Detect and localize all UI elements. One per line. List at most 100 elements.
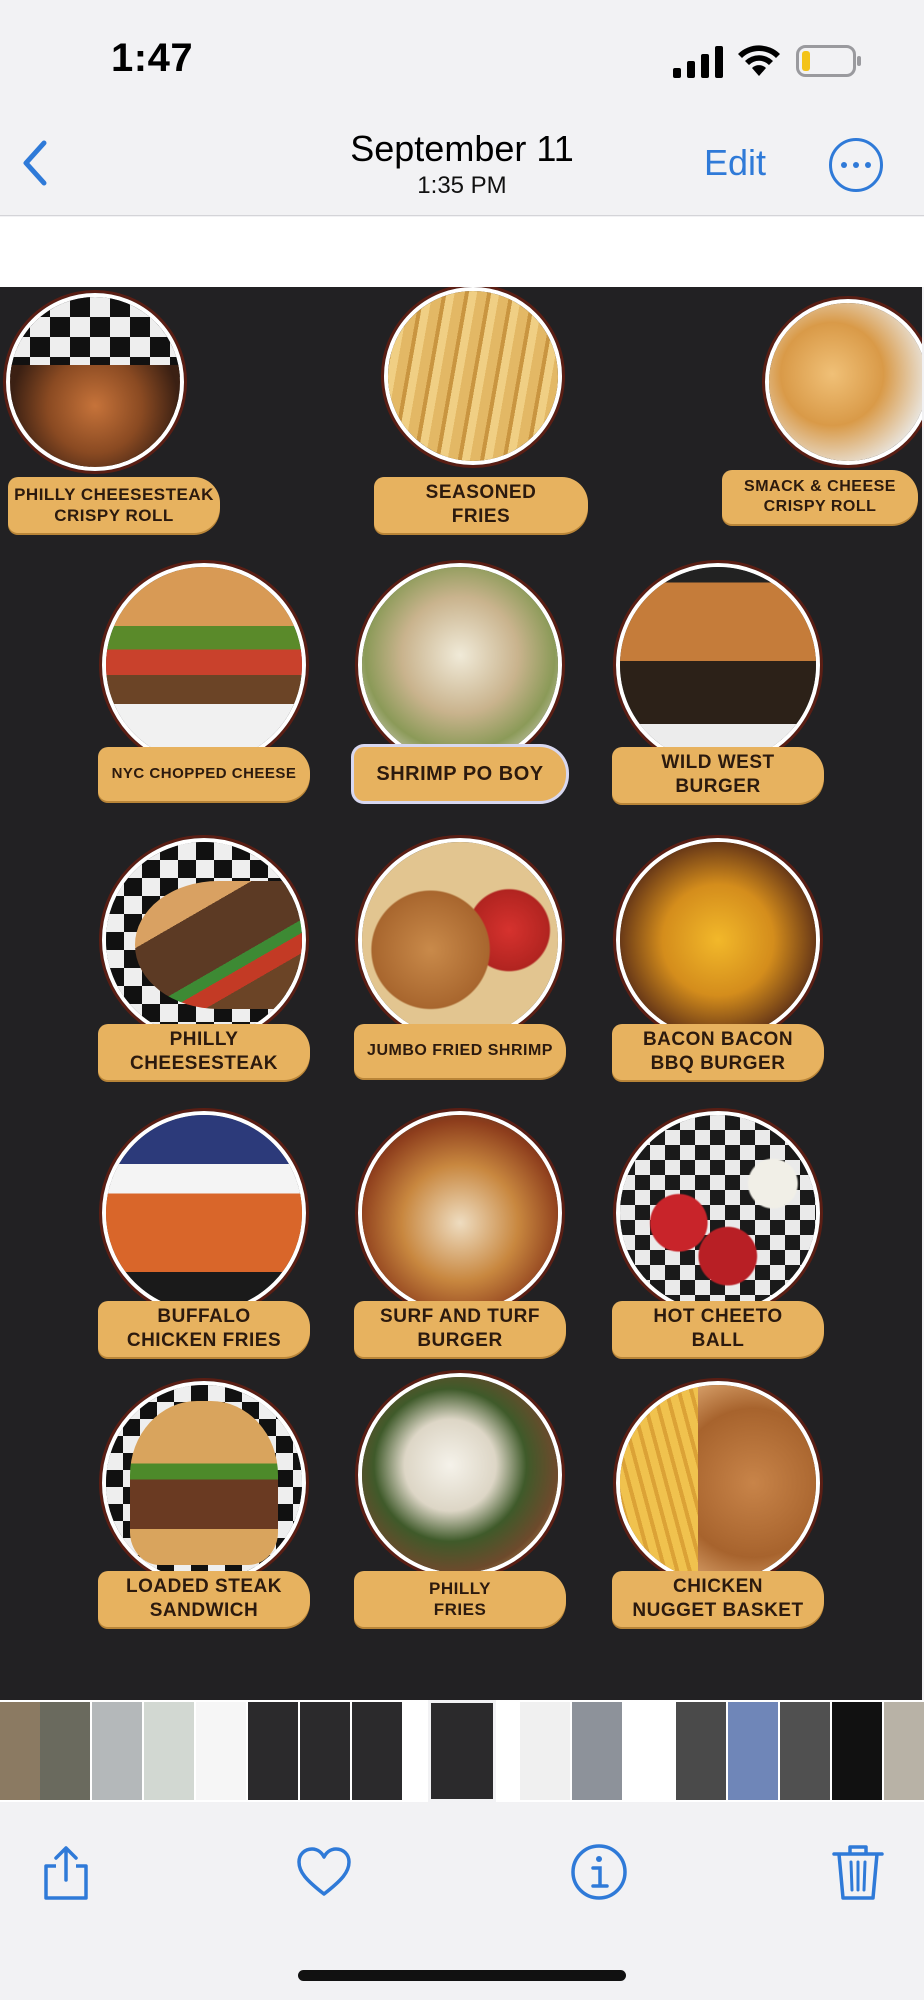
- label-line-1: JUMBO FRIED SHRIMP: [367, 1042, 553, 1059]
- photo-date-title: September 11: [350, 128, 574, 169]
- menu-item-label: JUMBO FRIED SHRIMP: [354, 1024, 566, 1078]
- thumbnail[interactable]: [832, 1702, 882, 1800]
- food-photo: [6, 293, 184, 471]
- status-bar: 1:47: [0, 0, 924, 118]
- battery-low-icon: [796, 45, 861, 77]
- photo-top-margin: [0, 217, 924, 287]
- menu-item-label: BUFFALO CHICKEN FRIES: [98, 1301, 310, 1357]
- label-line-1: PHILLY: [429, 1578, 491, 1598]
- thumbnail[interactable]: [300, 1702, 350, 1800]
- menu-item-hot-cheeto-ball: HOT CHEETO BALL: [610, 1105, 830, 1357]
- label-line-1: SHRIMP PO BOY: [376, 762, 544, 785]
- food-photo: [616, 563, 820, 767]
- label-line-1: PHILLY CHEESESTEAK: [14, 484, 214, 504]
- thumbnail[interactable]: [572, 1702, 622, 1800]
- thumbnail[interactable]: [780, 1702, 830, 1800]
- menu-item-label: SHRIMP PO BOY: [354, 747, 566, 801]
- thumbnail[interactable]: [92, 1702, 142, 1800]
- thumbnail[interactable]: [624, 1702, 674, 1800]
- menu-item-label: PHILLY CHEESESTEAK CRISPY ROLL: [8, 477, 220, 533]
- food-photo: [616, 838, 820, 1042]
- label-line-2: NUGGET BASKET: [632, 1600, 804, 1621]
- label-line-1: LOADED STEAK: [126, 1576, 282, 1598]
- label-line-2: CHICKEN FRIES: [126, 1330, 282, 1351]
- ellipsis-circle-icon[interactable]: [829, 138, 883, 192]
- food-photo: [102, 563, 306, 767]
- current-photo-thumbnail[interactable]: [428, 1700, 496, 1802]
- label-line-2: BBQ BURGER: [650, 1053, 786, 1074]
- menu-item-jumbo-fried-shrimp: JUMBO FRIED SHRIMP: [352, 832, 572, 1082]
- thumbnail[interactable]: [728, 1702, 778, 1800]
- label-line-2: CRISPY ROLL: [54, 506, 174, 525]
- cellular-signal-icon: [673, 46, 723, 78]
- menu-item-label: NYC CHOPPED CHEESE: [98, 747, 310, 801]
- edit-button[interactable]: Edit: [704, 142, 766, 184]
- thumbnail[interactable]: [40, 1702, 90, 1800]
- label-line-2: FRIES: [451, 506, 511, 527]
- menu-item-seasoned-fries: SEASONED FRIES: [370, 287, 590, 547]
- food-photo: [102, 1111, 306, 1315]
- menu-item-shrimp-po-boy: SHRIMP PO BOY: [352, 557, 572, 807]
- food-photo: [358, 838, 562, 1042]
- menu-item-philly-fries: PHILLY FRIES: [352, 1367, 572, 1627]
- info-icon[interactable]: [569, 1842, 629, 1902]
- label-line-1: BUFFALO: [157, 1306, 251, 1328]
- bottom-toolbar: [0, 1802, 924, 2000]
- menu-item-loaded-steak-sandwich: LOADED STEAK SANDWICH: [96, 1375, 316, 1627]
- thumbnail[interactable]: [676, 1702, 726, 1800]
- menu-item-philly-cheesesteak-crispy-roll: PHILLY CHEESESTEAK CRISPY ROLL: [0, 287, 230, 547]
- thumbnail[interactable]: [352, 1702, 402, 1800]
- label-line-2: SANDWICH: [149, 1600, 259, 1621]
- menu-flyer-photo[interactable]: PHILLY CHEESESTEAK CRISPY ROLL SEASONED …: [0, 287, 922, 1700]
- home-indicator[interactable]: [298, 1970, 626, 1981]
- label-line-2: BALL: [691, 1330, 745, 1351]
- thumbnail[interactable]: [884, 1702, 924, 1800]
- food-photo: [102, 1381, 306, 1585]
- label-line-2: BURGER: [675, 776, 761, 797]
- menu-item-label: SURF AND TURF BURGER: [354, 1301, 566, 1357]
- menu-item-bacon-bacon-bbq-burger: BACON BACON BBQ BURGER: [610, 832, 830, 1082]
- trash-icon[interactable]: [828, 1842, 888, 1902]
- label-line-2: CRISPY ROLL: [763, 498, 877, 515]
- thumbnail[interactable]: [0, 1702, 40, 1800]
- menu-item-label: WILD WEST BURGER: [612, 747, 824, 803]
- label-line-1: BACON BACON: [642, 1029, 794, 1051]
- menu-item-chicken-nugget-basket: CHICKEN NUGGET BASKET: [610, 1375, 830, 1627]
- share-icon[interactable]: [36, 1842, 96, 1902]
- menu-item-label: PHILLY CHEESESTEAK: [98, 1024, 310, 1080]
- label-line-1: SEASONED: [425, 482, 537, 504]
- menu-item-surf-and-turf-burger: SURF AND TURF BURGER: [352, 1105, 572, 1357]
- food-photo: [102, 838, 306, 1042]
- nav-bar: September 11 1:35 PM Edit: [0, 118, 924, 216]
- label-line-1: SURF AND TURF: [380, 1306, 540, 1328]
- food-photo: [358, 563, 562, 767]
- menu-item-wild-west-burger: WILD WEST BURGER: [610, 557, 830, 807]
- thumbnail[interactable]: [520, 1702, 570, 1800]
- food-photo: [384, 287, 562, 465]
- label-line-1: NYC CHOPPED CHEESE: [111, 764, 297, 782]
- thumbnail[interactable]: [144, 1702, 194, 1800]
- food-photo: [616, 1111, 820, 1315]
- label-line-1: HOT CHEETO: [653, 1306, 783, 1328]
- food-photo: [358, 1111, 562, 1315]
- menu-item-label: HOT CHEETO BALL: [612, 1301, 824, 1357]
- menu-item-buffalo-chicken-fries: BUFFALO CHICKEN FRIES: [96, 1105, 316, 1357]
- menu-item-label: LOADED STEAK SANDWICH: [98, 1571, 310, 1627]
- menu-item-nyc-chopped-cheese: NYC CHOPPED CHEESE: [96, 557, 316, 807]
- thumbnail[interactable]: [248, 1702, 298, 1800]
- menu-item-smack-and-cheese-crispy-roll: SMACK & CHEESE CRISPY ROLL: [716, 287, 922, 547]
- photo-thumbnail-strip[interactable]: [0, 1700, 924, 1802]
- menu-item-label: PHILLY FRIES: [354, 1571, 566, 1627]
- menu-item-label: SMACK & CHEESE CRISPY ROLL: [722, 470, 918, 524]
- photo-time-subtitle: 1:35 PM: [417, 172, 507, 199]
- menu-item-label: SEASONED FRIES: [374, 477, 588, 533]
- label-line-1: CHICKEN: [672, 1576, 764, 1598]
- label-line-1: PHILLY: [169, 1029, 239, 1051]
- food-photo: [765, 299, 922, 465]
- menu-item-label: BACON BACON BBQ BURGER: [612, 1024, 824, 1080]
- label-line-2: BURGER: [417, 1330, 503, 1351]
- heart-icon[interactable]: [294, 1842, 354, 1902]
- thumbnail[interactable]: [196, 1702, 246, 1800]
- menu-item-label: CHICKEN NUGGET BASKET: [612, 1571, 824, 1627]
- label-line-1: SMACK & CHEESE: [744, 478, 896, 495]
